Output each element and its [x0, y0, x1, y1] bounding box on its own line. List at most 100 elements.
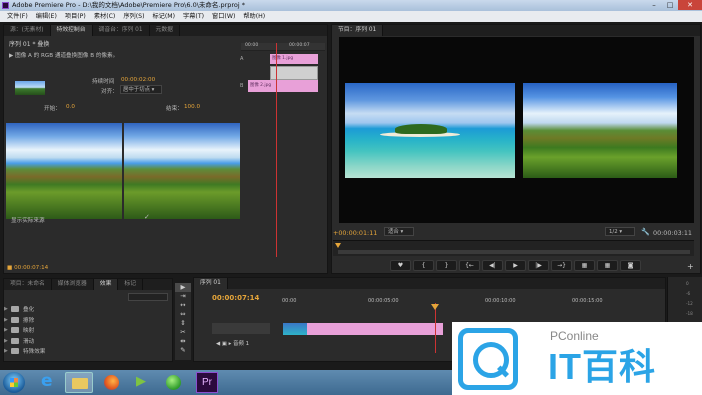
watermark-title: IT百科 — [548, 346, 656, 387]
internet-explorer-icon[interactable] — [37, 371, 59, 393]
effects-folder-special[interactable]: ▶ 特殊效果 — [4, 346, 45, 357]
menu-project[interactable]: 项目(P) — [61, 11, 90, 22]
effects-folder-wipe[interactable]: ▶ 擦除 — [4, 315, 45, 326]
tab-source[interactable]: 源：(无素材) — [4, 25, 51, 36]
ruler-tick-label: 00:00:05:00 — [368, 298, 399, 304]
alignment-select[interactable]: 居中于切点 ▾ — [120, 85, 162, 94]
effects-search-input[interactable] — [128, 293, 168, 301]
start-value[interactable]: 0.0 — [66, 104, 75, 110]
menu-edit[interactable]: 编辑(E) — [32, 11, 61, 22]
resolution-select[interactable]: 1/2 ▾ — [605, 227, 635, 236]
extract-button[interactable]: ▦ — [597, 260, 618, 271]
track-select-tool-icon[interactable]: ⇥ — [175, 292, 191, 301]
program-ruler[interactable] — [333, 240, 694, 256]
expand-arrow-icon[interactable]: ▶ — [4, 306, 11, 312]
menu-title[interactable]: 字幕(T) — [179, 11, 208, 22]
menu-clip[interactable]: 素材(C) — [90, 11, 120, 22]
media-player-icon[interactable] — [130, 372, 152, 393]
video-clip[interactable] — [283, 323, 443, 335]
tab-program[interactable]: 节目：序列 01 — [332, 25, 384, 36]
show-source-checkbox[interactable]: ✓ — [144, 213, 150, 221]
step-forward-button[interactable]: |▶ — [528, 260, 549, 271]
track-b-clip[interactable]: 图像 2.jpg — [248, 80, 318, 92]
firefox-icon[interactable] — [100, 372, 122, 393]
alignment-label: 对齐： — [101, 89, 118, 95]
ripple-edit-tool-icon[interactable]: ↔ — [175, 301, 191, 310]
tab-effect-controls[interactable]: 特效控制台 — [50, 25, 93, 36]
pen-tool-icon[interactable]: ✎ — [175, 346, 191, 355]
track-a-clip[interactable]: 图像 1.jpg — [270, 54, 318, 64]
island-land — [395, 124, 447, 134]
effects-folder-dissolve[interactable]: ▶ 叠化 — [4, 304, 45, 315]
transition-clip[interactable] — [270, 66, 318, 80]
tab-metadata[interactable]: 元数据 — [150, 25, 180, 36]
effects-folder-slide[interactable]: ▶ 滑动 — [4, 336, 45, 347]
export-frame-button[interactable]: ◙ — [620, 260, 641, 271]
minimize-button[interactable]: – — [646, 0, 662, 10]
ec-mini-ruler[interactable]: 00:00 00:00:07 — [241, 43, 325, 51]
close-button[interactable]: ✕ — [678, 0, 702, 10]
program-scroll-bar[interactable] — [338, 250, 690, 254]
start-preview[interactable] — [6, 123, 122, 219]
timeline-playhead[interactable] — [435, 303, 436, 353]
end-preview[interactable] — [124, 123, 240, 219]
program-timecode-current[interactable]: +00:00:01:11 — [333, 229, 377, 237]
start-button-icon[interactable] — [3, 372, 25, 393]
end-value[interactable]: 100.0 — [184, 104, 200, 110]
go-to-in-button[interactable]: {← — [459, 260, 480, 271]
play-button[interactable]: ▶ — [505, 260, 526, 271]
end-preview-image — [124, 123, 240, 219]
menu-marker[interactable]: 标记(M) — [149, 11, 180, 22]
program-timecode-duration: 00:00:03:11 — [653, 229, 692, 237]
razor-tool-icon[interactable]: ✂ — [175, 328, 191, 337]
step-back-button[interactable]: ◀| — [482, 260, 503, 271]
tab-effects[interactable]: 效果 — [93, 279, 119, 290]
audio-track-header[interactable]: ◀ ▣ ▸ 音频 1 — [212, 339, 282, 350]
menu-help[interactable]: 帮助(H) — [239, 11, 269, 22]
tab-project[interactable]: 项目：未命名 — [4, 279, 52, 290]
fit-zoom-value: 适合 — [388, 229, 399, 235]
rolling-edit-tool-icon[interactable]: ⇔ — [175, 310, 191, 319]
file-explorer-icon[interactable] — [65, 372, 93, 393]
add-button-icon[interactable]: + — [687, 262, 694, 271]
fit-zoom-select[interactable]: 适合 ▾ — [384, 227, 414, 236]
expand-arrow-icon[interactable]: ▶ — [4, 327, 11, 333]
effect-description-text: 图像 A 的 RGB 通道叠换图像 B 的像素。 — [15, 53, 119, 59]
island-image — [345, 83, 515, 178]
rate-stretch-tool-icon[interactable]: ⇕ — [175, 319, 191, 328]
tab-sequence[interactable]: 序列 01 — [194, 278, 228, 289]
end-label: 结束： — [166, 106, 183, 112]
tab-media-browser[interactable]: 媒体浏览器 — [52, 279, 94, 290]
duration-value[interactable]: 00:00:02:00 — [121, 77, 155, 83]
start-preview-image — [6, 123, 122, 219]
go-to-out-button[interactable]: →} — [551, 260, 572, 271]
maximize-button[interactable]: □ — [662, 0, 678, 10]
selection-tool-icon[interactable]: ▶ — [175, 283, 191, 292]
expand-arrow-icon[interactable]: ▶ — [4, 348, 11, 354]
effects-folder-map[interactable]: ▶ 映射 — [4, 325, 45, 336]
expand-arrow-icon[interactable]: ▶ — [4, 317, 11, 323]
timeline-ruler[interactable]: 00:00 00:00:05:00 00:00:10:00 00:00:15:0… — [280, 295, 660, 309]
lift-button[interactable]: ▦ — [574, 260, 595, 271]
premiere-app-icon — [2, 2, 9, 9]
menu-sequence[interactable]: 序列(S) — [119, 11, 148, 22]
mark-out-button[interactable]: } — [436, 260, 457, 271]
video-track-header[interactable] — [212, 323, 270, 334]
green-app-icon[interactable] — [163, 372, 185, 393]
slip-tool-icon[interactable]: ⇹ — [175, 337, 191, 346]
program-playhead-handle[interactable] — [335, 243, 341, 248]
tab-markers[interactable]: 标记 — [118, 279, 144, 290]
timeline-timecode[interactable]: 00:00:07:14 — [212, 294, 259, 302]
menu-window[interactable]: 窗口(W) — [208, 11, 239, 22]
wrench-icon[interactable]: 🔧 — [641, 228, 650, 236]
watermark-subtitle: PConline — [550, 329, 599, 343]
mark-in-button[interactable]: { — [413, 260, 434, 271]
grassland-image — [523, 83, 677, 178]
tab-audio-mixer[interactable]: 调音台：序列 01 — [93, 25, 150, 36]
ec-playhead[interactable] — [276, 43, 277, 257]
menu-file[interactable]: 文件(F) — [3, 11, 32, 22]
premiere-taskbar-icon[interactable]: Pr — [196, 372, 218, 393]
add-marker-button[interactable]: ♥ — [390, 260, 411, 271]
expand-arrow-icon[interactable]: ▶ — [4, 338, 11, 344]
grassland-scene — [523, 83, 677, 178]
